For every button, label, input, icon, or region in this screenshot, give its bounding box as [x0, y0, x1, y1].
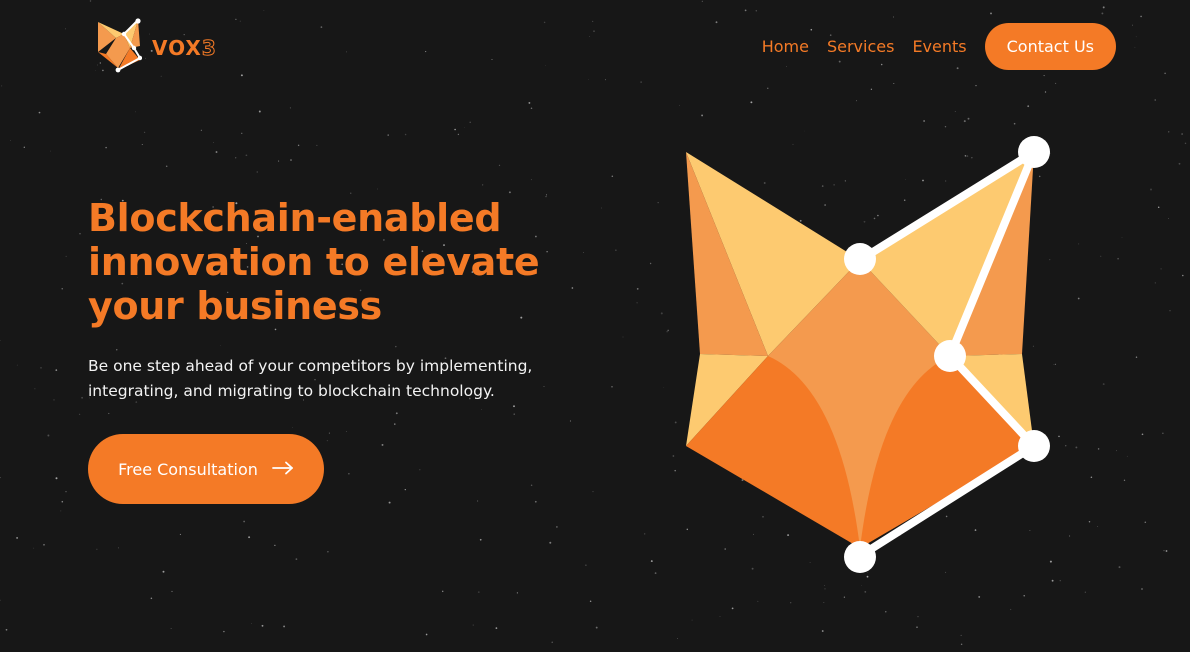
free-consultation-button[interactable]: Free Consultation: [88, 434, 324, 504]
brand-logo[interactable]: VOX3: [94, 18, 217, 78]
fox-head-icon: [94, 18, 143, 78]
main-nav: Home Services Events Contact Us: [762, 23, 1116, 70]
nav-link-services[interactable]: Services: [827, 37, 894, 56]
geometric-fox-head-illustration: [660, 128, 1070, 582]
contact-us-button[interactable]: Contact Us: [984, 23, 1116, 70]
nav-link-home[interactable]: Home: [762, 37, 809, 56]
cta-label: Free Consultation: [118, 459, 258, 479]
hero-title: Blockchain-enabled innovation to elevate…: [88, 196, 540, 328]
hero-subtitle: Be one step ahead of your competitors by…: [88, 357, 533, 400]
nav-link-events[interactable]: Events: [912, 37, 966, 56]
brand-name-main: VOX: [152, 36, 202, 60]
arrow-right-icon: [271, 460, 294, 479]
hero-section: Blockchain-enabled innovation to elevate…: [88, 196, 608, 504]
brand-name: VOX3: [152, 36, 217, 61]
brand-name-suffix: 3: [201, 36, 217, 61]
